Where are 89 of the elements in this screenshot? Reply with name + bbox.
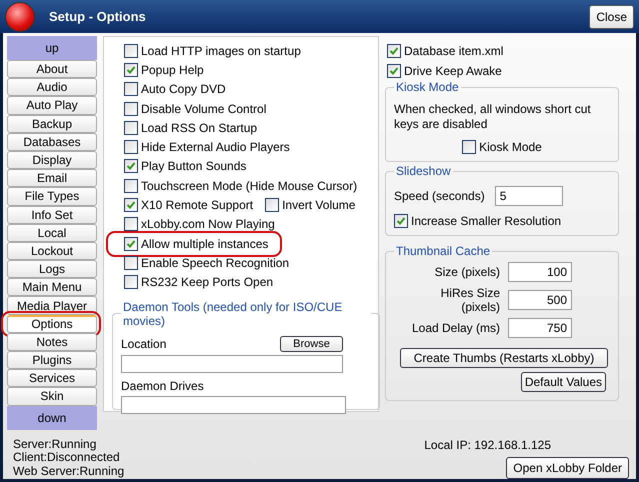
sidebar-item[interactable]: Email (7, 169, 97, 188)
number-field[interactable]: 100 (508, 262, 572, 282)
sidebar-item[interactable]: Local (7, 224, 97, 242)
checkbox-label: Enable Speech Recognition (141, 256, 290, 270)
sidebar-item[interactable]: Options (7, 314, 97, 333)
checkbox[interactable] (124, 140, 138, 154)
app-logo-icon (5, 2, 35, 32)
checkbox-label: Hide External Audio Players (141, 140, 290, 154)
checkbox-label: Invert Volume (282, 198, 356, 212)
group-title: Thumbnail Cache (395, 244, 492, 258)
checkbox[interactable] (124, 44, 138, 58)
sidebar-item[interactable]: About (7, 60, 97, 78)
checkbox[interactable] (124, 217, 138, 232)
sidebar-item[interactable]: Info Set (7, 206, 97, 224)
check-icon (126, 64, 136, 75)
scroll-up-button[interactable]: up (7, 36, 97, 60)
checkbox[interactable] (124, 178, 138, 193)
status-text: Web Server:Running (13, 464, 124, 478)
checkbox-label: X10 Remote Support (141, 198, 254, 212)
sidebar-item[interactable]: Display (7, 150, 97, 170)
number-field[interactable]: 750 (508, 318, 572, 338)
sidebar-item[interactable]: Main Menu (7, 278, 97, 296)
checkbox-label: Drive Keep Awake (404, 64, 502, 78)
number-field[interactable]: 500 (508, 290, 572, 310)
checkbox-label: Auto Copy DVD (141, 82, 226, 96)
default-values-button[interactable]: Default Values (520, 372, 606, 392)
field-label: Load Delay (ms) (410, 321, 500, 335)
checkbox[interactable] (387, 64, 401, 78)
sidebar-item[interactable]: Databases (7, 132, 97, 151)
field-label: HiRes Size (pixels) (440, 286, 500, 314)
checkbox-label: Touchscreen Mode (Hide Mouse Cursor) (141, 178, 358, 193)
window-title: Setup - Options (49, 9, 147, 24)
create-thumbs-button[interactable]: Create Thumbs (Restarts xLobby) (400, 348, 608, 368)
checkbox-label: RS232 Keep Ports Open (141, 275, 274, 290)
sidebar-item[interactable]: Lockout (7, 242, 97, 260)
checkbox-label: xLobby.com Now Playing (141, 217, 275, 232)
checkbox[interactable] (124, 159, 138, 174)
group-title: Slideshow (395, 164, 452, 178)
sidebar-item[interactable]: Logs (7, 260, 97, 278)
checkbox[interactable] (265, 198, 280, 212)
checkbox-label: Increase Smaller Resolution (411, 214, 562, 228)
sidebar-item[interactable]: File Types (7, 187, 97, 206)
close-button[interactable]: Close (589, 4, 634, 28)
group-title: Kiosk Mode (395, 80, 460, 94)
checkbox[interactable] (124, 120, 138, 135)
checkbox[interactable] (462, 140, 476, 154)
sidebar-item[interactable]: Audio (7, 78, 97, 96)
checkbox[interactable] (124, 82, 138, 96)
field-label: Speed (seconds) (394, 189, 485, 203)
checkbox[interactable] (124, 62, 138, 77)
browse-button[interactable]: Browse (280, 336, 343, 352)
checkbox[interactable] (387, 44, 401, 58)
checkbox-label: Popup Help (141, 62, 204, 77)
checkbox-label: Load HTTP images on startup (141, 44, 301, 58)
checkbox[interactable] (124, 256, 138, 270)
check-icon (396, 216, 406, 226)
sidebar-item[interactable]: Notes (7, 332, 97, 351)
checkbox-label: Allow multiple instances (141, 236, 268, 251)
field-label: Size (pixels) (434, 265, 500, 279)
check-icon (126, 200, 136, 210)
sidebar-item[interactable]: Auto Play (7, 96, 97, 115)
check-icon (126, 238, 136, 249)
checkbox-label: Load RSS On Startup (141, 120, 258, 135)
sidebar-item[interactable]: Services (7, 369, 97, 388)
checkbox[interactable] (124, 198, 138, 212)
checkbox[interactable] (124, 275, 138, 290)
checkbox[interactable] (124, 236, 138, 251)
checkbox[interactable] (124, 102, 138, 116)
local-ip-text: Local IP: 192.168.1.125 (424, 438, 551, 452)
sidebar-item[interactable]: Skin (7, 387, 97, 406)
checkbox-label: Disable Volume Control (141, 102, 266, 116)
field-label: Location (121, 336, 166, 351)
status-text: Client:Disconnected (13, 451, 121, 465)
group-title: Daemon Tools (needed only for ISO/CUE movies) (122, 300, 344, 328)
speed-field[interactable]: 5 (494, 186, 563, 206)
drives-field[interactable] (121, 396, 346, 414)
checkbox-label: Database item.xml (404, 44, 504, 58)
scroll-down-button[interactable]: down (7, 406, 97, 430)
checkbox[interactable] (394, 214, 408, 228)
sidebar-item[interactable]: Plugins (7, 351, 97, 370)
kiosk-description: When checked, all windows short cut keys are disabled (394, 102, 592, 132)
field-label: Daemon Drives (121, 378, 205, 393)
checkbox-label: Kiosk Mode (479, 140, 542, 154)
location-field[interactable] (121, 354, 343, 373)
sidebar-item[interactable]: Backup (7, 114, 97, 133)
open-folder-button[interactable]: Open xLobby Folder (506, 456, 629, 479)
status-text: Server:Running (13, 438, 98, 452)
checkbox-label: Play Button Sounds (141, 159, 246, 174)
check-icon (126, 161, 136, 172)
